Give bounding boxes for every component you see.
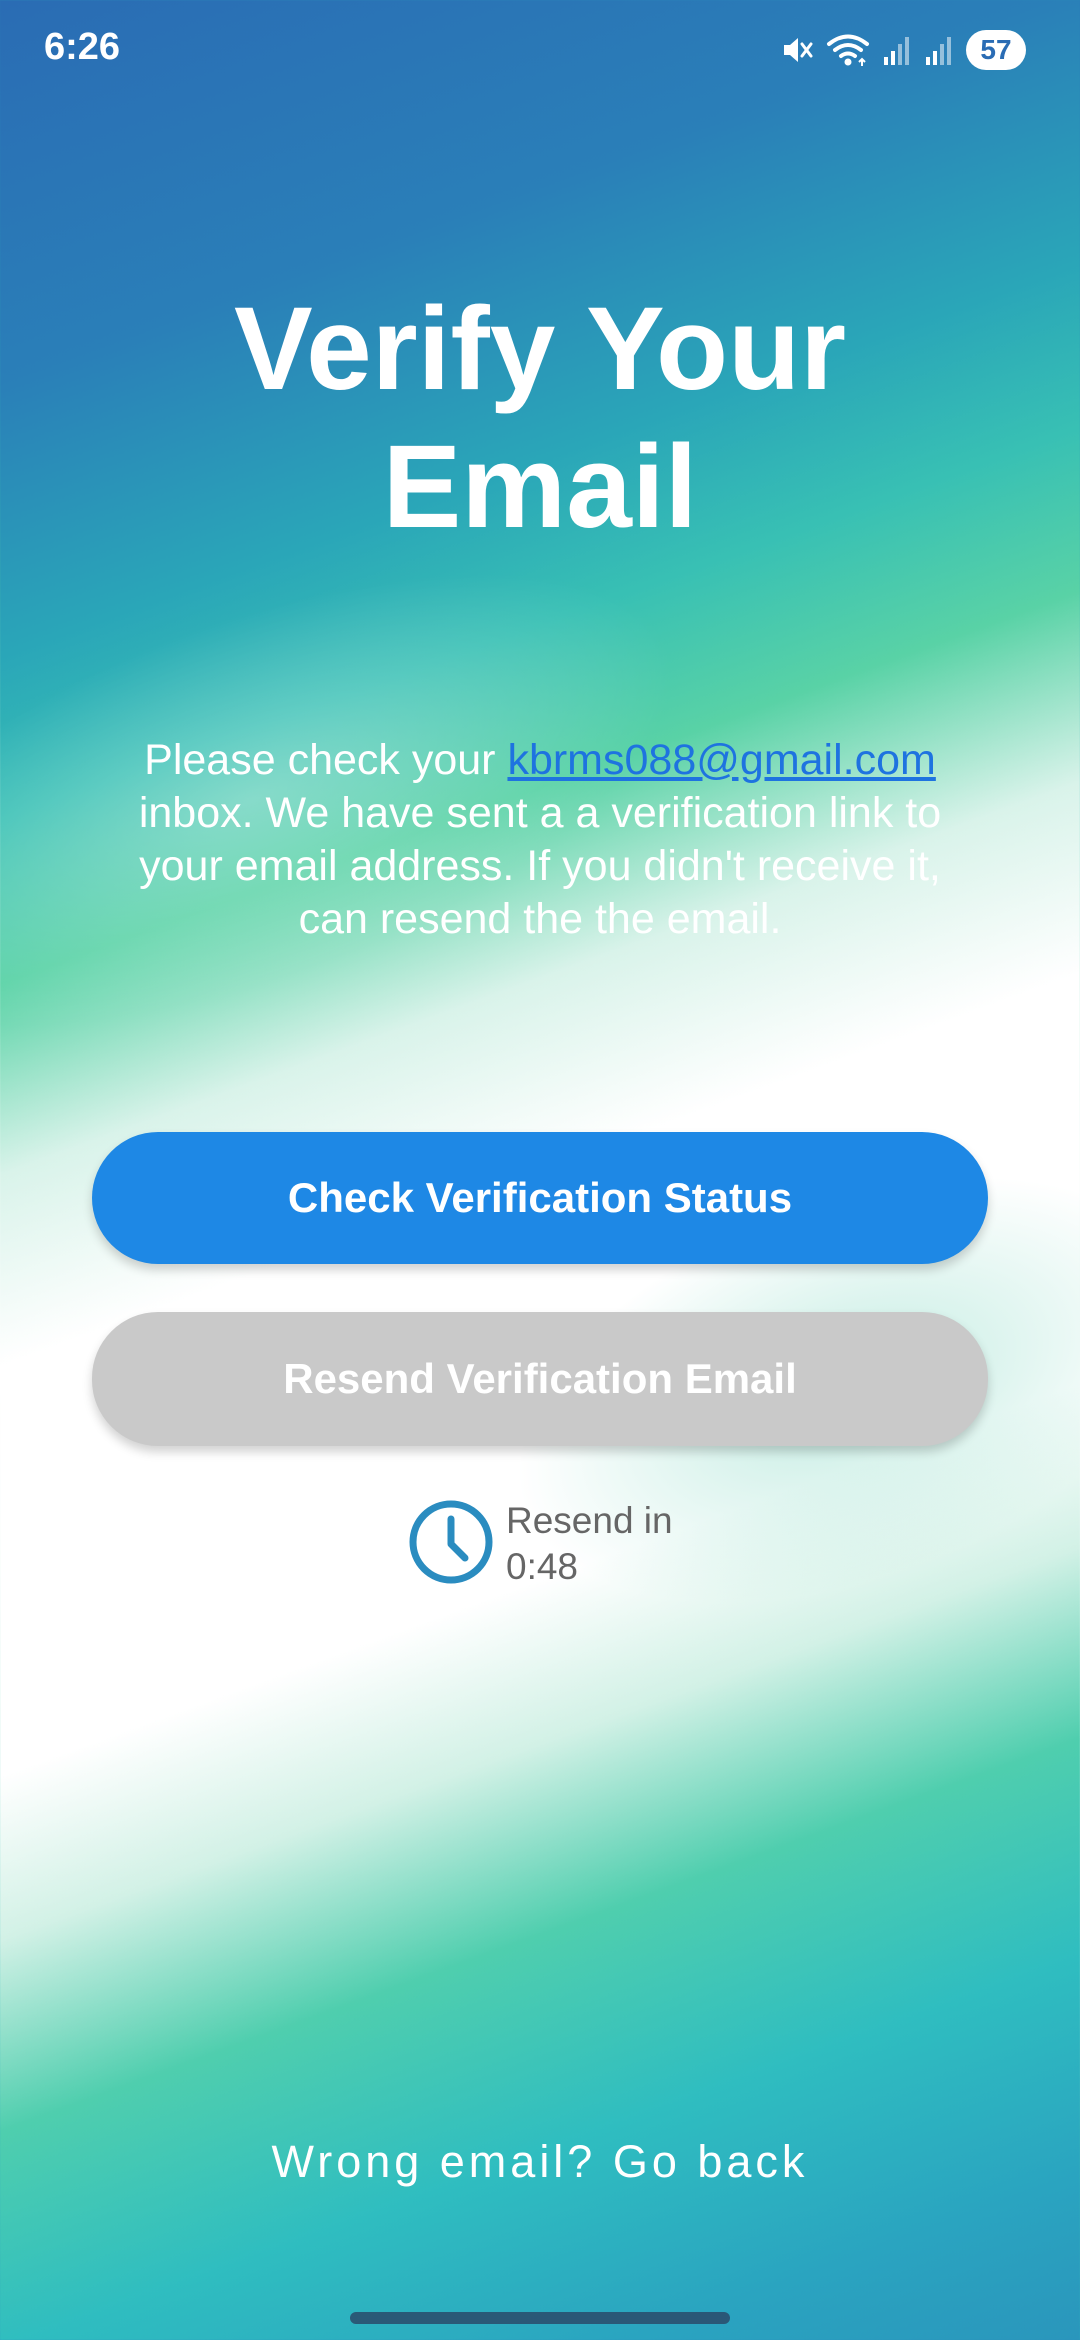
battery-indicator: 57 [966,30,1026,70]
message-prefix: Please check your [144,736,508,784]
signal-icon [882,33,912,67]
timer-value: 0:48 [506,1546,579,1587]
email-link[interactable]: kbrms088@gmail.com [507,736,935,784]
clock-icon [408,1499,494,1590]
message-suffix: inbox. We have sent a a verification lin… [138,789,942,943]
status-bar: 6:26 57 [0,0,1080,100]
title-line-2: Email [382,421,698,553]
timer-text: Resend in 0:48 [506,1498,673,1590]
page-title: Verify Your Email [0,280,1080,556]
title-line-1: Verify Your [233,283,847,415]
status-time: 6:26 [44,26,121,68]
resend-timer: Resend in 0:48 [408,1498,673,1590]
timer-label: Resend in [506,1500,673,1541]
instruction-message: Please check your kbrms088@gmail.com inb… [100,734,980,946]
home-indicator[interactable] [350,2312,730,2324]
wifi-icon [826,33,870,67]
mute-icon [780,33,814,67]
check-verification-button[interactable]: Check Verification Status [92,1132,988,1264]
resend-verification-button[interactable]: Resend Verification Email [92,1312,988,1446]
signal-icon [924,33,954,67]
status-icons: 57 [780,28,1026,72]
resend-verification-label: Resend Verification Email [283,1355,797,1402]
check-verification-label: Check Verification Status [287,1174,793,1221]
go-back-link[interactable]: Wrong email? Go back [0,2136,1080,2188]
